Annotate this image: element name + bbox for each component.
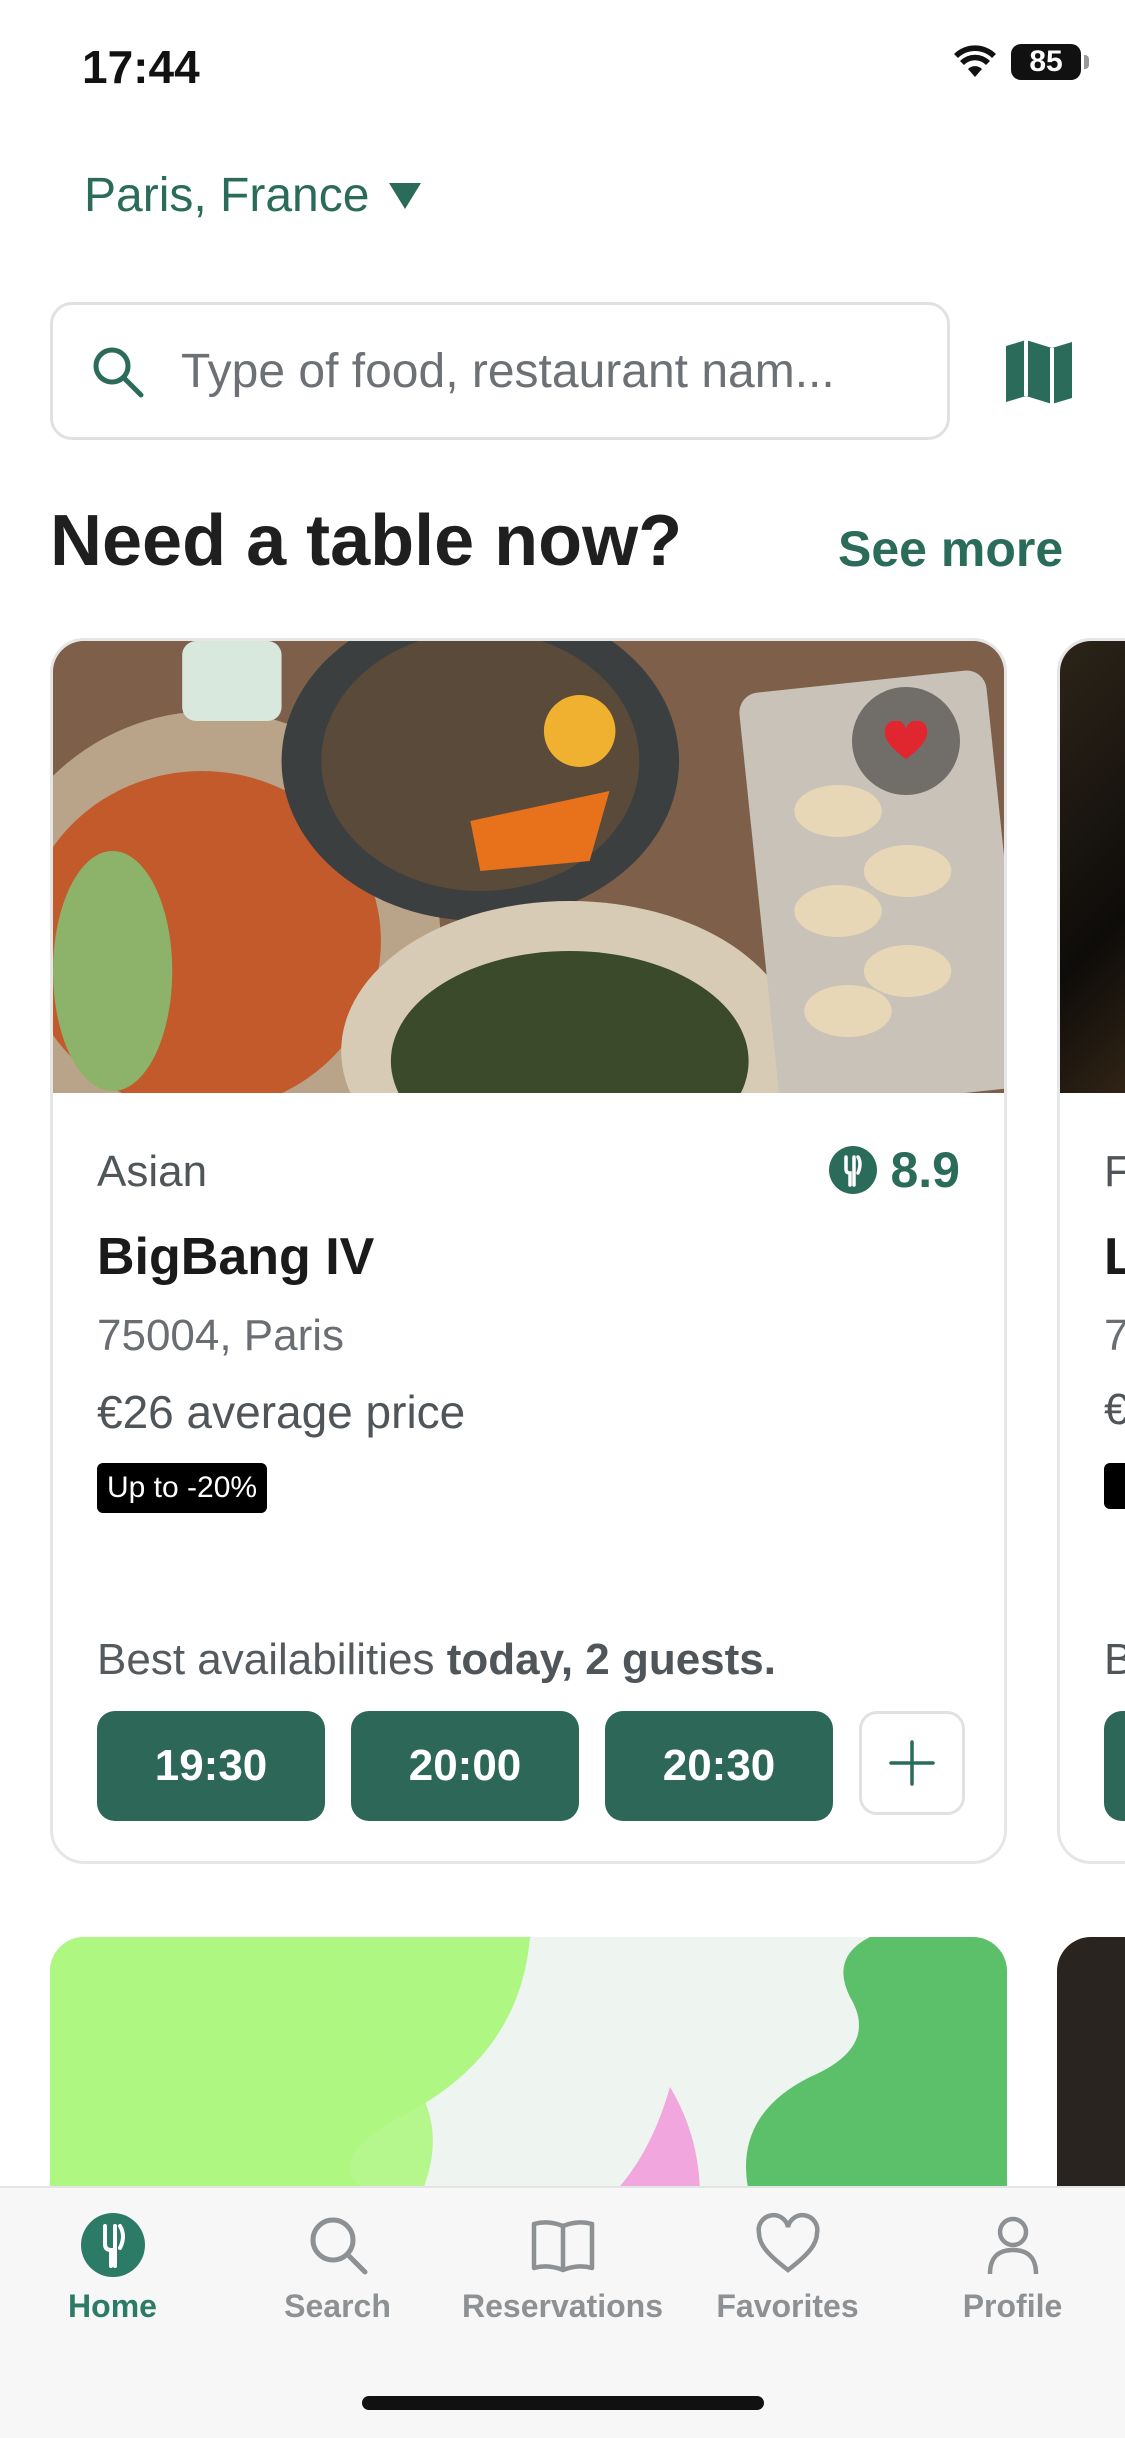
tab-label: Profile (962, 2288, 1063, 2324)
restaurant-card[interactable]: Asian 8.9 BigBang IV 75004, Paris €26 av… (50, 638, 1007, 1864)
section-title: Need a table now? (50, 501, 683, 581)
availability-prefix: Best availabilities (97, 1635, 447, 1684)
tab-reservations[interactable]: Reservations (450, 2212, 675, 2325)
status-time: 17:44 (82, 41, 200, 93)
tab-home[interactable]: Home (0, 2212, 225, 2325)
caret-down-icon (389, 182, 422, 209)
restaurant-photo-next (1060, 641, 1125, 1093)
battery-level: 85 (1029, 45, 1063, 78)
availability-text: Best availabilities today, 2 guests. (97, 1635, 776, 1685)
fork-badge-icon (829, 1146, 878, 1194)
tab-label: Reservations (462, 2288, 663, 2324)
person-icon (987, 2216, 1038, 2275)
availability-bold: today, 2 guests. (446, 1635, 777, 1684)
location-selector[interactable]: Paris, France (84, 168, 422, 223)
book-icon (531, 2220, 594, 2273)
tab-favorites[interactable]: Favorites (675, 2212, 900, 2325)
restaurant-name-next: L (1104, 1227, 1125, 1287)
search-bar[interactable] (50, 302, 950, 440)
average-price-next: € (1104, 1385, 1125, 1435)
wifi-icon (954, 45, 996, 77)
promo-badge-next (1104, 1463, 1125, 1509)
fork-icon (80, 2213, 145, 2277)
rating: 8.9 (828, 1141, 960, 1199)
time-slot-button-next[interactable] (1104, 1711, 1125, 1821)
time-slot-button[interactable]: 20:30 (605, 1711, 833, 1821)
average-price: €26 average price (97, 1386, 466, 1438)
search-icon (93, 347, 144, 398)
plus-icon (889, 1740, 935, 1786)
tab-profile[interactable]: Profile (900, 2212, 1125, 2325)
more-slots-button[interactable] (859, 1711, 965, 1815)
promo-badge: Up to -20% (97, 1463, 268, 1513)
heart-filled-icon (884, 721, 928, 759)
status-icons: 85 (953, 44, 1089, 80)
availability-text-next: B (1104, 1635, 1125, 1685)
restaurant-card-next[interactable]: F L 7 € B (1057, 638, 1125, 1864)
rating-value: 8.9 (890, 1142, 960, 1198)
restaurant-address-next: 7 (1104, 1311, 1125, 1361)
home-indicator (362, 2396, 764, 2410)
favorite-button[interactable] (852, 687, 960, 795)
location-label: Paris, France (84, 169, 370, 222)
search-icon (310, 2217, 367, 2275)
cuisine-label-next: F (1104, 1147, 1125, 1197)
battery-indicator: 85 (1011, 44, 1089, 80)
restaurant-address: 75004, Paris (97, 1311, 345, 1360)
tab-label: Favorites (716, 2288, 859, 2324)
tab-search[interactable]: Search (225, 2212, 450, 2325)
restaurant-card-next-row[interactable] (1057, 1937, 1125, 2197)
tab-label: Search (284, 2288, 391, 2324)
cuisine-label: Asian (97, 1147, 208, 1196)
promo-banner[interactable] (50, 1937, 1007, 2197)
restaurant-name: BigBang IV (97, 1228, 375, 1286)
search-input[interactable] (179, 342, 913, 400)
see-more-link[interactable]: See more (838, 520, 1063, 578)
heart-icon (755, 2213, 820, 2273)
time-slots: 19:30 20:00 20:30 (97, 1711, 965, 1821)
map-icon[interactable] (1004, 338, 1074, 406)
tab-label: Home (68, 2288, 157, 2324)
time-slot-button[interactable]: 20:00 (351, 1711, 579, 1821)
time-slot-button[interactable]: 19:30 (97, 1711, 325, 1821)
